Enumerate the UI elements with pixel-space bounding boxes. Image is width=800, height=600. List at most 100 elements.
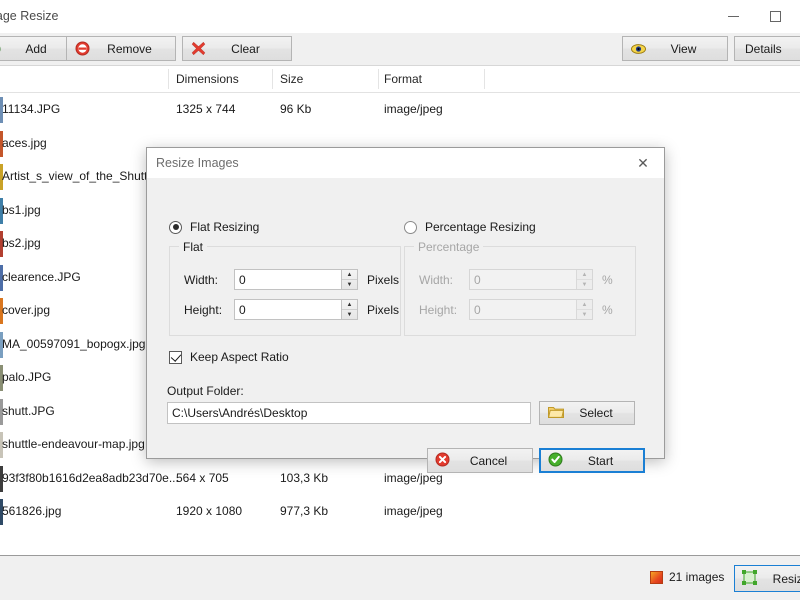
- cell-file-name: palo.JPG: [2, 370, 52, 384]
- spin-up-icon[interactable]: ▲: [342, 270, 357, 280]
- percentage-group: Percentage Width: ▲ ▼ % Height: ▲: [404, 240, 636, 336]
- column-header-dimensions[interactable]: Dimensions: [176, 72, 239, 86]
- cell-file-name: clearence.JPG: [2, 269, 81, 284]
- maximize-button[interactable]: [752, 0, 798, 32]
- image-count: 21 images: [650, 570, 724, 584]
- resize-button[interactable]: Resize: [734, 565, 800, 592]
- table-row[interactable]: 93f3f80b1616d2ea8adb23d70e... 564 x 705 10…: [0, 462, 800, 496]
- radio-flat-resizing[interactable]: Flat Resizing: [169, 220, 259, 234]
- spin-down-icon[interactable]: ▼: [342, 310, 357, 319]
- cell-format: image/jpeg: [384, 102, 443, 116]
- radio-unselected-icon: [404, 220, 417, 234]
- radio-flat-resizing-label: Flat Resizing: [190, 220, 260, 234]
- cell-file-name: bs1.jpg: [2, 202, 41, 217]
- cell-dimensions: 564 x 705: [176, 470, 229, 485]
- resize-images-dialog: Resize Images ✕ Flat Resizing Percentage…: [146, 147, 665, 473]
- spin-down-icon: ▼: [581, 281, 588, 288]
- percentage-width-unit: %: [602, 272, 613, 287]
- maximize-icon: [769, 10, 781, 22]
- percentage-height-input: [470, 300, 576, 319]
- cell-size: 103,3 Kb: [280, 470, 329, 485]
- folder-icon: [547, 405, 565, 421]
- column-separator[interactable]: [272, 69, 273, 89]
- flat-height-input[interactable]: [235, 300, 341, 319]
- remove-button[interactable]: Remove: [66, 36, 176, 61]
- select-label: Select: [579, 406, 613, 420]
- images-icon: [650, 570, 663, 584]
- flat-width-field: Width: ▲ ▼ Pixels: [184, 269, 399, 290]
- table-row[interactable]: 11134.JPG 1325 x 744 96 Kb image/jpeg: [0, 93, 800, 127]
- flat-height-spinner[interactable]: ▲ ▼: [234, 299, 358, 320]
- toolbar: Add Remove Clear View Details: [0, 33, 800, 66]
- percentage-width-spin-buttons: ▲ ▼: [576, 270, 592, 289]
- table-row[interactable]: 561826.jpg 1920 x 1080 977,3 Kb image/jpeg: [0, 495, 800, 529]
- keep-aspect-ratio-checkbox[interactable]: Keep Aspect Ratio: [169, 350, 289, 364]
- minimize-button[interactable]: [710, 0, 756, 32]
- keep-aspect-ratio-label: Keep Aspect Ratio: [190, 350, 289, 364]
- cell-file-name: cover.jpg: [2, 303, 51, 317]
- spin-down-icon: ▼: [581, 311, 588, 318]
- column-header-size[interactable]: Size: [280, 72, 303, 86]
- percentage-width-field: Width: ▲ ▼ %: [419, 269, 613, 290]
- cell-file-name: 93f3f80b1616d2ea8adb23d70e...: [2, 470, 179, 485]
- percentage-height-label: Height:: [419, 302, 458, 317]
- cell-file-name: 561826.jpg: [2, 504, 62, 518]
- dialog-title: Resize Images: [156, 156, 239, 170]
- flat-height-label: Height:: [184, 302, 223, 317]
- select-folder-button[interactable]: Select: [539, 401, 635, 425]
- column-separator[interactable]: [378, 69, 379, 89]
- cell-dimensions: 1920 x 1080: [176, 504, 243, 518]
- dialog-title-bar: Resize Images ✕: [147, 148, 664, 178]
- percentage-height-spinner: ▲ ▼: [469, 299, 593, 320]
- dialog-close-button[interactable]: ✕: [622, 148, 664, 178]
- clear-button[interactable]: Clear: [182, 36, 292, 61]
- cell-dimensions: 1325 x 744: [176, 102, 236, 116]
- spin-up-icon: ▲: [577, 300, 592, 310]
- clear-label: Clear: [231, 41, 260, 56]
- flat-height-field: Height: ▲ ▼ Pixels: [184, 299, 399, 320]
- flat-width-label: Width:: [184, 272, 219, 287]
- output-folder-field[interactable]: [167, 402, 531, 424]
- details-button[interactable]: Details: [734, 36, 800, 61]
- details-label: Details: [745, 41, 782, 56]
- start-button[interactable]: Start: [539, 448, 645, 473]
- cell-file-name: shutt.JPG: [2, 403, 55, 418]
- window-title: Image Resize: [0, 9, 59, 23]
- radio-percentage-resizing[interactable]: Percentage Resizing: [404, 220, 536, 234]
- checkbox-checked-icon: [169, 350, 182, 364]
- dialog-body: Flat Resizing Percentage Resizing Flat W…: [147, 178, 664, 473]
- flat-width-input[interactable]: [235, 270, 341, 289]
- percentage-height-field: Height: ▲ ▼ %: [419, 299, 613, 320]
- flat-width-spin-buttons[interactable]: ▲ ▼: [341, 270, 357, 289]
- cell-size: 96 Kb: [280, 102, 312, 116]
- cancel-button[interactable]: Cancel: [427, 448, 533, 473]
- spin-down-icon[interactable]: ▼: [342, 280, 357, 289]
- start-label: Start: [587, 453, 614, 468]
- minimize-icon: [727, 15, 739, 17]
- column-separator[interactable]: [168, 69, 169, 89]
- spin-up-icon: ▲: [577, 270, 592, 280]
- cell-file-name: bs2.jpg: [2, 236, 41, 250]
- resize-icon: [742, 569, 757, 588]
- cancel-x-icon: [435, 452, 450, 470]
- flat-width-spinner[interactable]: ▲ ▼: [234, 269, 358, 290]
- resize-label: Resize: [772, 571, 800, 586]
- spin-up-icon[interactable]: ▲: [342, 300, 357, 310]
- clear-x-icon: [191, 41, 206, 56]
- flat-group-title: Flat: [179, 240, 208, 254]
- percentage-width-spinner: ▲ ▼: [469, 269, 593, 290]
- percentage-width-label: Width:: [419, 272, 454, 287]
- percentage-height-unit: %: [602, 302, 613, 317]
- column-separator[interactable]: [484, 69, 485, 89]
- view-button[interactable]: View: [622, 36, 728, 61]
- check-circle-icon: [548, 452, 563, 470]
- output-folder-label: Output Folder:: [167, 384, 244, 398]
- flat-height-spin-buttons[interactable]: ▲ ▼: [341, 300, 357, 319]
- output-folder-input[interactable]: [168, 403, 530, 423]
- remove-icon: [75, 41, 90, 56]
- column-header-format[interactable]: Format: [384, 72, 422, 86]
- percentage-width-input: [470, 270, 576, 289]
- percentage-height-spin-buttons: ▲ ▼: [576, 300, 592, 319]
- cell-file-name: MA_00597091_bopogx.jpg: [2, 336, 146, 351]
- cancel-label: Cancel: [469, 453, 508, 468]
